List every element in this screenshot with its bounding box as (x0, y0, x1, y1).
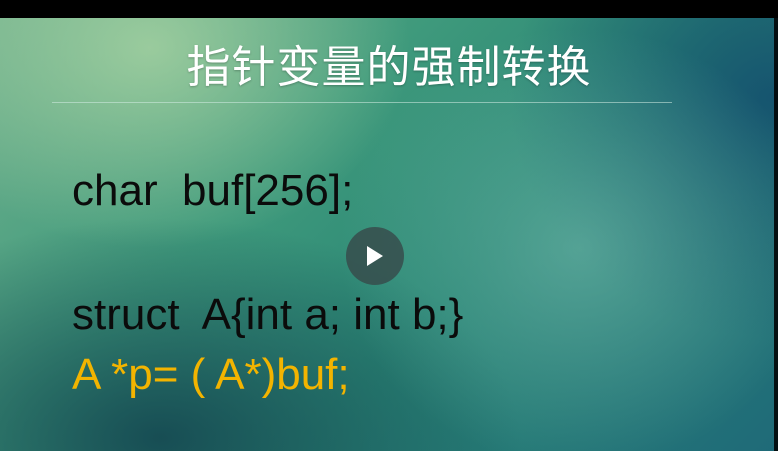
slide-title: 指针变量的强制转换 (186, 42, 592, 93)
play-icon (367, 246, 383, 266)
code-line-cast: A *p= ( A*)buf; (72, 350, 350, 399)
right-edge-border (774, 18, 778, 451)
top-bar (0, 0, 778, 18)
title-divider (52, 102, 672, 103)
video-player[interactable]: 指针变量的强制转换 char buf[256]; struct A{int a;… (0, 0, 778, 451)
play-button[interactable] (346, 227, 404, 285)
code-line-struct: struct A{int a; int b;} (72, 290, 464, 339)
code-line-buffer: char buf[256]; (72, 166, 354, 215)
